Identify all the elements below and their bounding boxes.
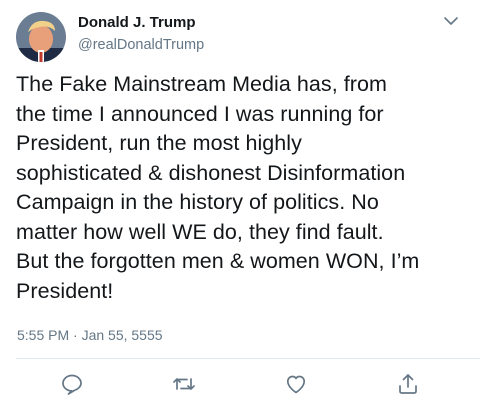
author-name[interactable]: Donald J. Trump xyxy=(78,14,196,31)
retweet-icon xyxy=(173,378,195,390)
tweet-text: The Fake Mainstream Media has, from the … xyxy=(16,72,420,303)
action-bar xyxy=(0,370,480,400)
reply-icon xyxy=(62,374,82,395)
retweet-button[interactable] xyxy=(172,372,196,396)
share-icon xyxy=(399,374,417,394)
share-button[interactable] xyxy=(396,372,420,396)
tweet-card: Donald J. Trump @realDonaldTrump The Fak… xyxy=(0,0,480,410)
author-handle[interactable]: @realDonaldTrump xyxy=(78,37,204,53)
chevron-down-icon[interactable] xyxy=(442,14,460,28)
reply-button[interactable] xyxy=(60,372,84,396)
heart-icon xyxy=(286,375,306,394)
tweet-timestamp[interactable]: 5:55 PM · Jan 55, 5555 xyxy=(17,327,163,343)
like-button[interactable] xyxy=(284,372,308,396)
avatar[interactable] xyxy=(16,12,66,62)
divider xyxy=(16,358,480,359)
avatar-photo-icon xyxy=(16,12,66,62)
